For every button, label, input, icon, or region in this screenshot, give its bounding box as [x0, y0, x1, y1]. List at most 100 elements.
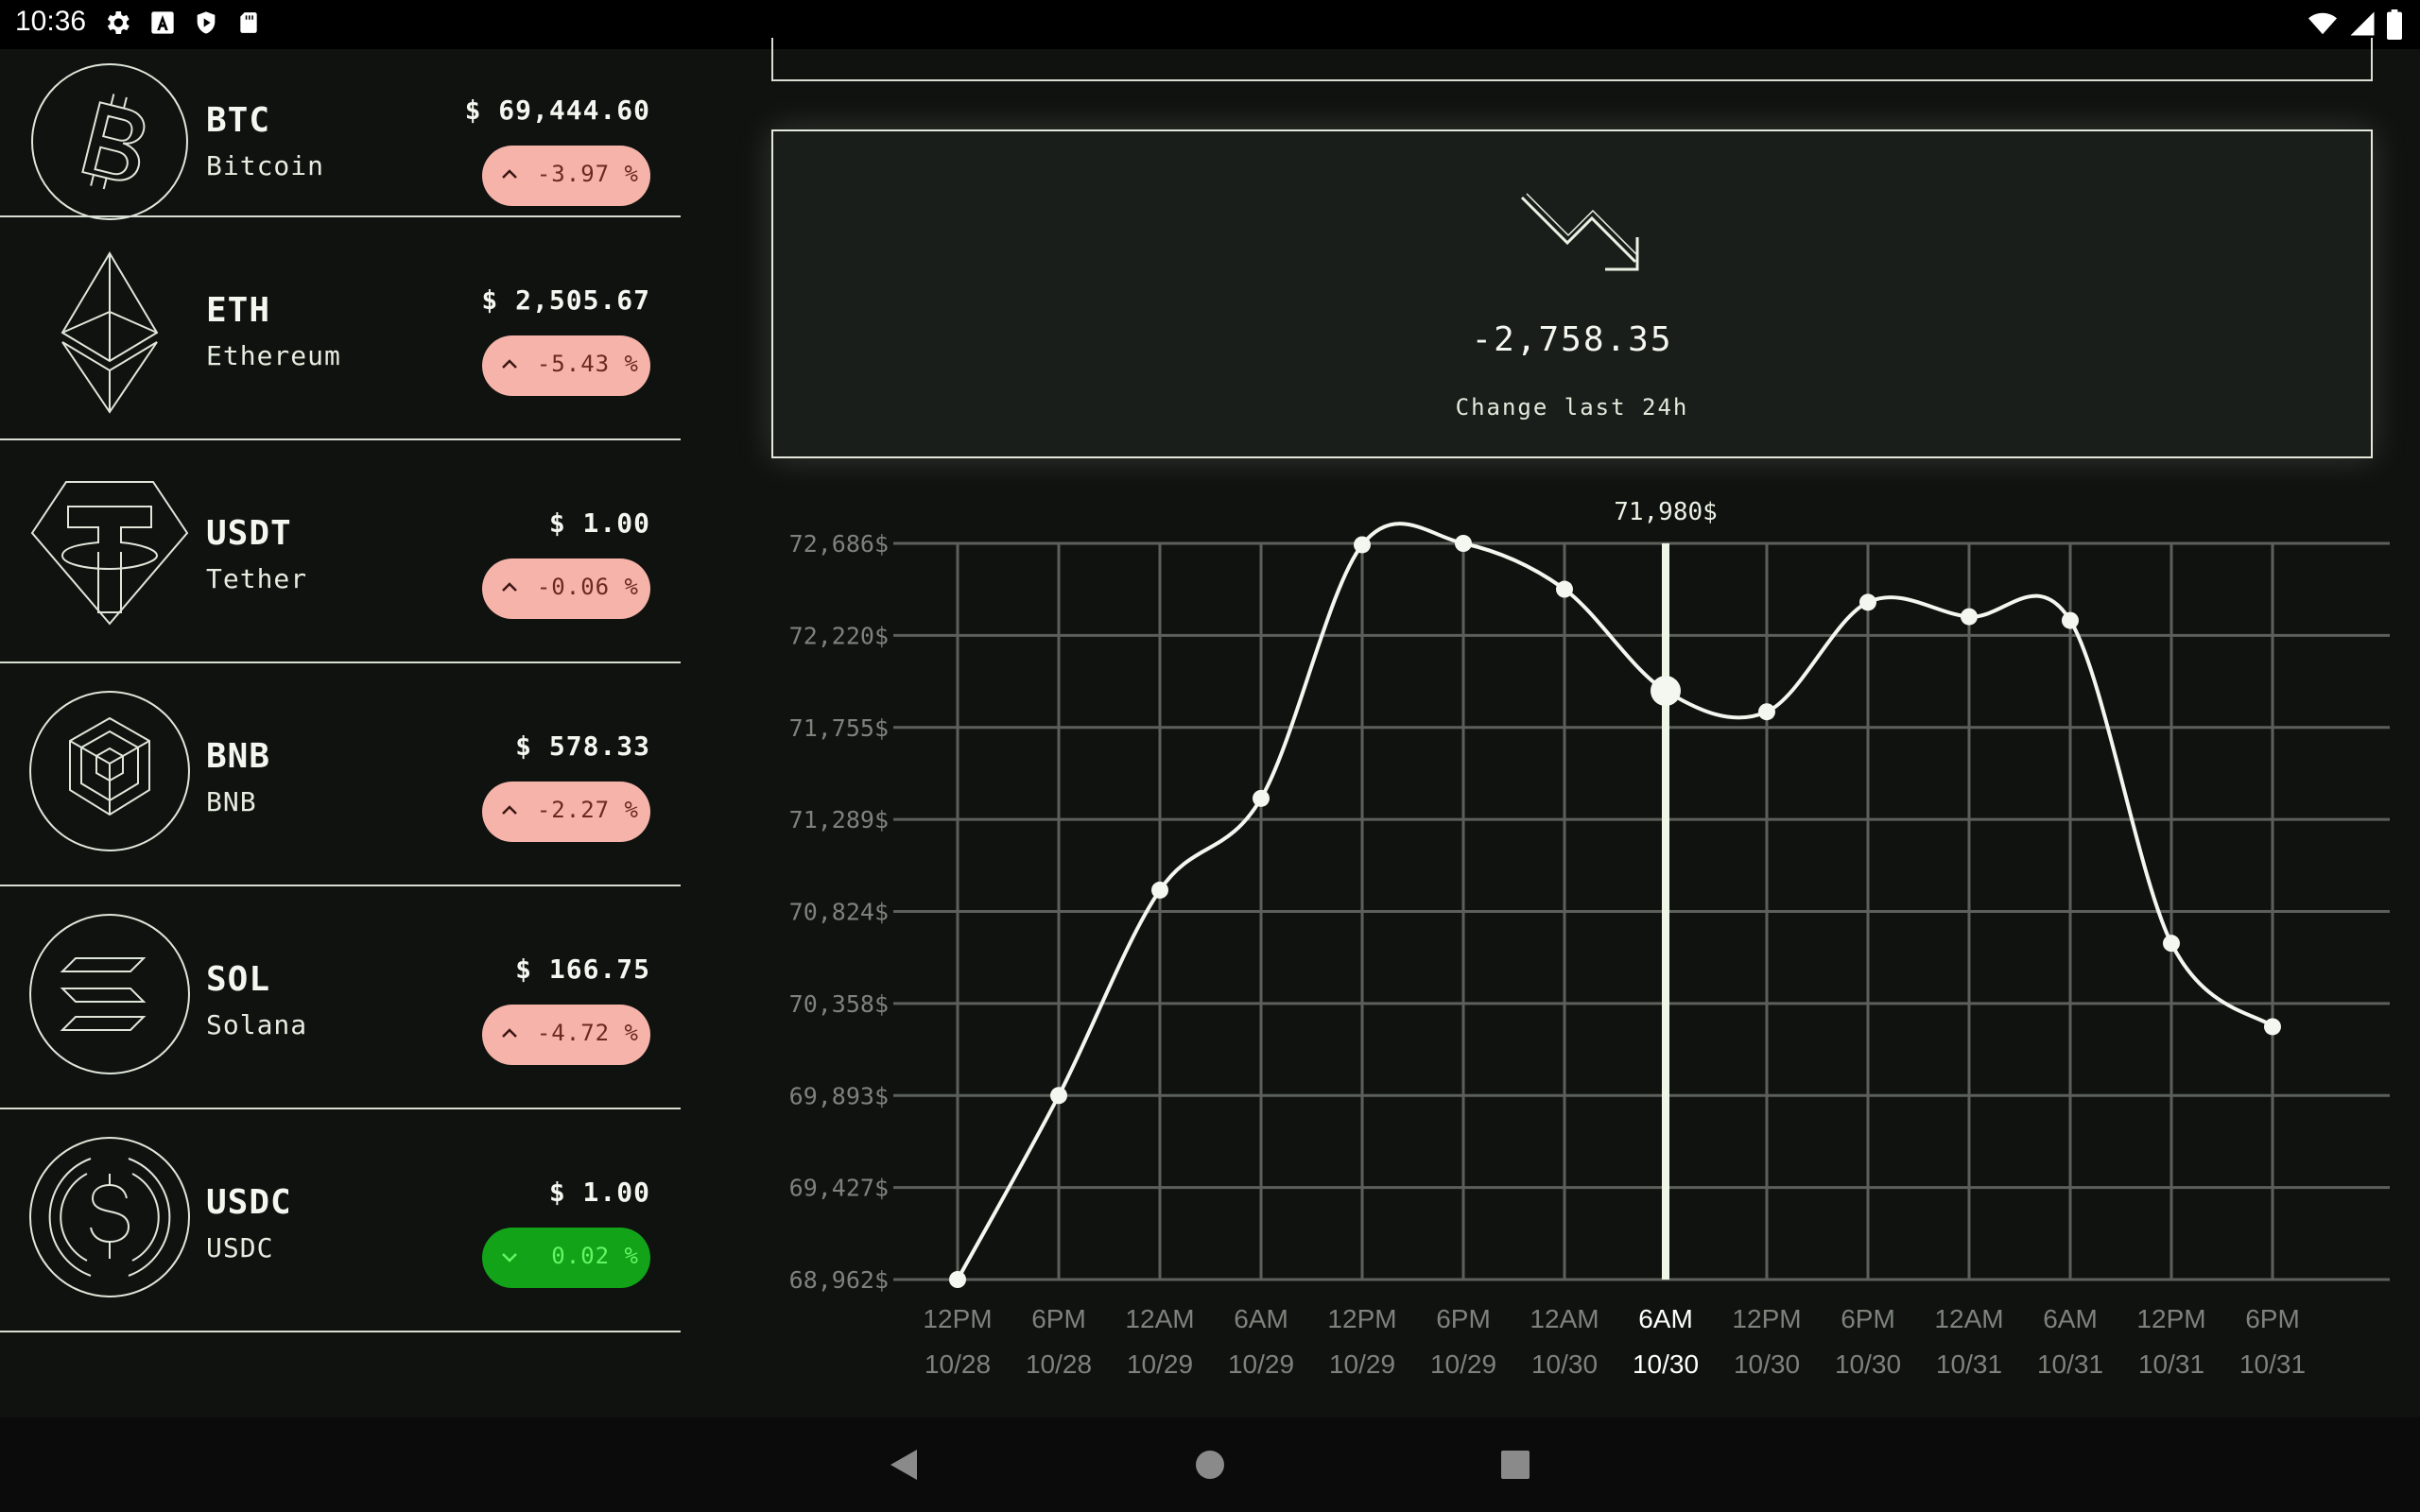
- recents-icon[interactable]: [1501, 1451, 1530, 1479]
- home-icon[interactable]: [1195, 1450, 1225, 1480]
- change-percent: 0.02 %: [551, 1243, 639, 1269]
- chevron-down-icon: [502, 1253, 517, 1263]
- settings-icon: [107, 11, 130, 34]
- coin-row-usdc[interactable]: USDC USDC $ 1.00 0.02 %: [0, 1108, 681, 1332]
- x-tick-time: 6AM: [1638, 1304, 1693, 1333]
- chevron-up-icon: [502, 582, 517, 592]
- change-badge: -2.27 %: [482, 782, 650, 842]
- coin-row-sol[interactable]: SOL Solana $ 166.75 -4.72 %: [0, 885, 681, 1109]
- coin-row-bnb[interactable]: BNB BNB $ 578.33 -2.27 %: [0, 662, 681, 886]
- signal-icon: [2350, 11, 2375, 36]
- coin-price: $ 2,505.67: [481, 284, 650, 316]
- x-tick-time: 12AM: [1125, 1304, 1194, 1333]
- coin-price: $ 1.00: [548, 1177, 650, 1208]
- coin-price: $ 166.75: [515, 954, 650, 985]
- coin-row-btc[interactable]: BTC Bitcoin $ 69,444.60 -3.97 %: [0, 49, 681, 220]
- x-tick-date: 10/30: [1633, 1349, 1699, 1379]
- data-point: [1151, 881, 1168, 899]
- y-tick-label: 69,427$: [789, 1175, 889, 1202]
- tether-icon: [30, 481, 189, 626]
- data-point: [1859, 593, 1876, 611]
- x-tick-time: 12PM: [923, 1304, 992, 1333]
- x-tick-date: 10/29: [1430, 1349, 1496, 1379]
- coin-symbol: BNB: [206, 737, 271, 776]
- chevron-up-icon: [502, 1028, 517, 1038]
- x-tick-time: 6AM: [2043, 1304, 2098, 1333]
- wifi-icon: [2308, 12, 2337, 35]
- battery-icon: [2387, 9, 2402, 40]
- change-percent: -3.97 %: [536, 161, 639, 187]
- bnb-icon: [29, 691, 190, 851]
- data-point: [1050, 1087, 1067, 1105]
- change-badge: -0.06 %: [482, 558, 650, 619]
- navigation-bar: [0, 1418, 2420, 1512]
- change-percent: -5.43 %: [536, 351, 639, 377]
- data-point: [1758, 703, 1775, 721]
- price-line: [956, 522, 2274, 1280]
- data-point: [1354, 536, 1371, 554]
- x-tick-date: 10/29: [1329, 1349, 1395, 1379]
- coin-row-eth[interactable]: ETH Ethereum $ 2,505.67 -5.43 %: [0, 215, 681, 440]
- y-tick-label: 70,358$: [789, 990, 889, 1018]
- data-point: [2062, 611, 2079, 629]
- x-tick-time: 6PM: [1841, 1304, 1895, 1333]
- change-badge: -5.43 %: [482, 335, 650, 396]
- coin-symbol: BTC: [206, 101, 271, 140]
- x-tick-time: 6PM: [2245, 1304, 2300, 1333]
- data-point: [949, 1271, 966, 1288]
- app-a-icon: [151, 11, 174, 34]
- coin-row-usdt[interactable]: USDT Tether $ 1.00 -0.06 %: [0, 438, 681, 663]
- coin-symbol: USDT: [206, 514, 292, 553]
- coin-symbol: USDC: [206, 1183, 292, 1222]
- x-tick-time: 6PM: [1436, 1304, 1491, 1333]
- solana-icon: [29, 914, 190, 1074]
- y-tick-label: 71,289$: [789, 806, 889, 833]
- price-chart[interactable]: 72,686$ 72,220$ 71,755$ 71,289$ 70,824$ 70,35…: [737, 472, 2420, 1399]
- trending-down-icon: [1520, 193, 1639, 271]
- previous-card-edge: [771, 38, 2373, 81]
- x-tick-date: 10/28: [1026, 1349, 1092, 1379]
- coin-symbol: ETH: [206, 291, 271, 330]
- change-badge: -4.72 %: [482, 1005, 650, 1065]
- data-point: [1961, 608, 1978, 626]
- x-tick-date: 10/31: [2037, 1349, 2103, 1379]
- y-tick-label: 69,893$: [789, 1082, 889, 1109]
- x-tick-date: 10/29: [1127, 1349, 1193, 1379]
- x-tick-date: 10/30: [1734, 1349, 1800, 1379]
- coin-list[interactable]: BTC Bitcoin $ 69,444.60 -3.97 % ETH Ethe…: [0, 49, 681, 1419]
- x-tick-time: 12AM: [1934, 1304, 2003, 1333]
- change-percent: -2.27 %: [536, 797, 639, 823]
- x-tick-date: 10/31: [2138, 1349, 2204, 1379]
- x-tick-date: 10/31: [1936, 1349, 2002, 1379]
- chevron-up-icon: [502, 359, 517, 369]
- x-tick-date: 10/30: [1531, 1349, 1598, 1379]
- change-summary-card: -2,758.35 Change last 24h: [771, 129, 2373, 458]
- coin-symbol: SOL: [206, 960, 271, 999]
- data-point: [1455, 535, 1472, 552]
- x-tick-time: 6AM: [1234, 1304, 1288, 1333]
- status-time: 10:36: [15, 6, 87, 37]
- data-point: [2163, 935, 2180, 953]
- change-badge: -3.97 %: [482, 146, 650, 206]
- x-tick-date: 10/30: [1835, 1349, 1901, 1379]
- change-caption: Change last 24h: [1455, 394, 1689, 421]
- y-tick-label: 68,962$: [789, 1266, 889, 1294]
- coin-name: Ethereum: [206, 340, 341, 371]
- back-icon[interactable]: [887, 1448, 919, 1482]
- y-tick-label: 72,686$: [789, 530, 889, 558]
- data-point: [1253, 789, 1270, 807]
- x-tick-time: 12PM: [1732, 1304, 1801, 1333]
- chevron-up-icon: [502, 169, 517, 179]
- x-tick-date: 10/31: [2239, 1349, 2306, 1379]
- sd-card-icon: [240, 12, 257, 33]
- usdc-icon: [29, 1137, 190, 1297]
- data-point: [2264, 1018, 2281, 1036]
- x-tick-date: 10/28: [925, 1349, 991, 1379]
- y-tick-label: 72,220$: [789, 622, 889, 649]
- data-point: [1556, 580, 1573, 598]
- change-percent: -0.06 %: [536, 574, 639, 600]
- change-percent: -4.72 %: [536, 1020, 639, 1046]
- x-tick-date: 10/29: [1228, 1349, 1294, 1379]
- coin-price: $ 578.33: [515, 730, 650, 762]
- selected-data-point: [1651, 676, 1681, 707]
